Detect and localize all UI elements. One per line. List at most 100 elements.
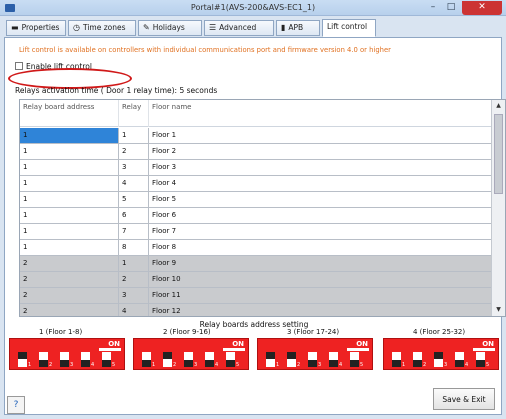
dip-position-number: 3 — [194, 362, 198, 368]
dip-switch-1[interactable]: ON 1 2 3 4 5 — [9, 338, 125, 370]
dip-knob — [163, 352, 172, 359]
dip-toggle[interactable] — [308, 352, 317, 367]
cell-floor-name[interactable]: Floor 3 — [149, 160, 492, 175]
cell-relay[interactable]: 8 — [119, 240, 149, 255]
table-row[interactable]: 1 4 Floor 4 — [20, 176, 492, 192]
dip-switch-3[interactable]: ON 1 2 3 4 5 — [257, 338, 373, 370]
cell-floor-name[interactable]: Floor 2 — [149, 144, 492, 159]
cell-floor-name[interactable]: Floor 12 — [149, 304, 492, 316]
table-row[interactable]: 2 1 Floor 9 — [20, 256, 492, 272]
tab-holidays[interactable]: ✎ Holidays — [138, 20, 202, 36]
dip-toggle[interactable] — [205, 352, 214, 367]
cell-floor-name[interactable]: Floor 5 — [149, 192, 492, 207]
dip-toggle[interactable] — [266, 352, 275, 367]
maximize-button[interactable]: □ — [442, 1, 460, 15]
cell-board-address[interactable]: 1 — [20, 160, 119, 175]
tab-advanced[interactable]: ☰ Advanced — [204, 20, 274, 36]
dip-toggle[interactable] — [226, 352, 235, 367]
cell-board-address[interactable]: 2 — [20, 272, 119, 287]
cell-relay[interactable]: 3 — [119, 288, 149, 303]
dip-toggle[interactable] — [142, 352, 151, 367]
dip-toggle[interactable] — [476, 352, 485, 367]
cell-board-address[interactable]: 1 — [20, 176, 119, 191]
table-row[interactable]: 2 3 Floor 11 — [20, 288, 492, 304]
dip-toggle[interactable] — [163, 352, 172, 367]
cell-relay[interactable]: 5 — [119, 192, 149, 207]
cell-board-address[interactable]: 1 — [20, 208, 119, 223]
cell-relay[interactable]: 3 — [119, 160, 149, 175]
dip-knob — [392, 360, 401, 367]
dip-on-label: ON — [232, 340, 244, 348]
cell-board-address[interactable]: 1 — [20, 128, 119, 143]
table-row[interactable]: 1 3 Floor 3 — [20, 160, 492, 176]
cell-board-address[interactable]: 2 — [20, 304, 119, 316]
table-row[interactable]: 1 8 Floor 8 — [20, 240, 492, 256]
tab-apb[interactable]: ▮ APB — [276, 20, 320, 36]
dip-toggle[interactable] — [413, 352, 422, 367]
tab-properties[interactable]: ▬ Properties — [6, 20, 66, 36]
cell-relay[interactable]: 6 — [119, 208, 149, 223]
cell-floor-name[interactable]: Floor 6 — [149, 208, 492, 223]
dip-toggle[interactable] — [287, 352, 296, 367]
scroll-down-icon[interactable]: ▼ — [492, 304, 505, 316]
dip-toggle[interactable] — [102, 352, 111, 367]
enable-checkbox[interactable] — [15, 62, 23, 70]
advanced-icon: ☰ — [209, 23, 217, 32]
table-row[interactable]: 1 6 Floor 6 — [20, 208, 492, 224]
minimize-button[interactable]: – — [424, 1, 442, 15]
dip-position-number: 4 — [215, 362, 219, 368]
cell-board-address[interactable]: 1 — [20, 240, 119, 255]
cell-floor-name[interactable]: Floor 1 — [149, 128, 492, 143]
help-button[interactable]: ? — [7, 396, 25, 414]
dip-knob — [60, 360, 69, 367]
cell-board-address[interactable]: 1 — [20, 224, 119, 239]
dip-switch-4[interactable]: ON 1 2 3 4 5 — [383, 338, 499, 370]
dip-toggle[interactable] — [350, 352, 359, 367]
cell-floor-name[interactable]: Floor 4 — [149, 176, 492, 191]
cell-relay[interactable]: 2 — [119, 144, 149, 159]
dip-toggle[interactable] — [392, 352, 401, 367]
dip-toggle[interactable] — [81, 352, 90, 367]
cell-board-address[interactable]: 2 — [20, 256, 119, 271]
tab-time-zones[interactable]: ◷ Time zones — [68, 20, 136, 36]
dip-toggle[interactable] — [434, 352, 443, 367]
dip-switch-label: 4 (Floor 25-32) — [413, 328, 466, 336]
save-exit-button[interactable]: Save & Exit — [433, 388, 495, 410]
dip-switch-2[interactable]: ON 1 2 3 4 5 — [133, 338, 249, 370]
cell-board-address[interactable]: 2 — [20, 288, 119, 303]
table-row[interactable]: 1 5 Floor 5 — [20, 192, 492, 208]
table-row[interactable]: 2 4 Floor 12 — [20, 304, 492, 316]
cell-board-address[interactable]: 1 — [20, 192, 119, 207]
dip-toggle[interactable] — [60, 352, 69, 367]
close-button[interactable]: ✕ — [462, 1, 502, 15]
cell-relay[interactable]: 7 — [119, 224, 149, 239]
dip-position-number: 4 — [91, 362, 95, 368]
table-row[interactable]: 2 2 Floor 10 — [20, 272, 492, 288]
dip-toggle[interactable] — [18, 352, 27, 367]
scroll-thumb[interactable] — [494, 114, 503, 194]
table-row[interactable]: 1 1 Floor 1 — [20, 128, 492, 144]
dip-on-label: ON — [356, 340, 368, 348]
cell-floor-name[interactable]: Floor 9 — [149, 256, 492, 271]
cell-relay[interactable]: 4 — [119, 176, 149, 191]
scroll-up-icon[interactable]: ▲ — [492, 100, 505, 112]
dip-toggle[interactable] — [39, 352, 48, 367]
dip-toggle[interactable] — [329, 352, 338, 367]
cell-floor-name[interactable]: Floor 11 — [149, 288, 492, 303]
cell-relay[interactable]: 4 — [119, 304, 149, 316]
cell-floor-name[interactable]: Floor 7 — [149, 224, 492, 239]
tab-lift-control[interactable]: Lift control — [322, 19, 376, 37]
table-row[interactable]: 1 7 Floor 7 — [20, 224, 492, 240]
cell-relay[interactable]: 2 — [119, 272, 149, 287]
floor-grid[interactable]: Relay board address Relay Floor name 11F… — [19, 99, 506, 317]
cell-relay[interactable]: 1 — [119, 128, 149, 143]
cell-floor-name[interactable]: Floor 8 — [149, 240, 492, 255]
table-row[interactable]: 1 2 Floor 2 — [20, 144, 492, 160]
cell-relay[interactable]: 1 — [119, 256, 149, 271]
dip-toggle[interactable] — [455, 352, 464, 367]
cell-board-address[interactable]: 1 — [20, 144, 119, 159]
grid-scrollbar[interactable]: ▲ ▼ — [491, 100, 505, 316]
dip-knob — [308, 360, 317, 367]
dip-toggle[interactable] — [184, 352, 193, 367]
cell-floor-name[interactable]: Floor 10 — [149, 272, 492, 287]
